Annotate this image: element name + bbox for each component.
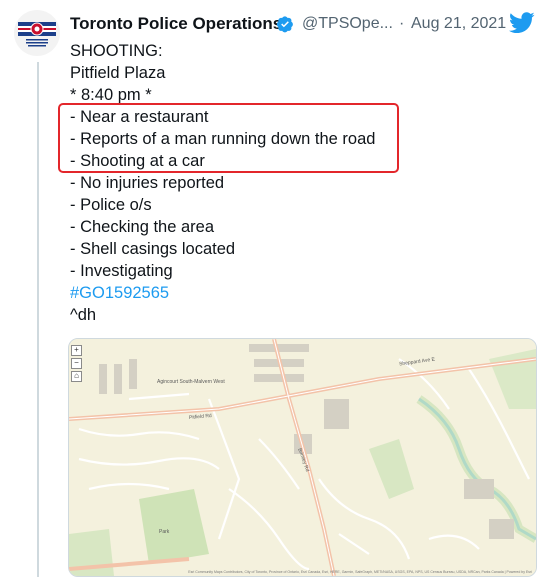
map-attribution: Esri Community Maps Contributors, City o… [188, 570, 532, 574]
separator-dot: · [399, 15, 405, 32]
tweet-line: - No injuries reported [70, 174, 225, 192]
tweet-line: - Investigating [70, 262, 173, 280]
tweet-line: - Shell casings located [70, 240, 236, 258]
tweet-line: SHOOTING: [70, 42, 163, 60]
map-image[interactable]: Agincourt South-Malvern West Brimley Rd … [68, 338, 537, 577]
tweet-date[interactable]: Aug 21, 2021 [411, 15, 506, 33]
twitter-bird-icon[interactable] [509, 12, 535, 34]
home-icon[interactable]: ⌂ [71, 371, 82, 382]
user-handle[interactable]: @TPSOpe... [302, 15, 393, 33]
map-park-label: Park [159, 529, 170, 535]
thread-line [37, 62, 39, 577]
zoom-in-button[interactable]: + [71, 345, 82, 356]
signoff: ^dh [70, 306, 97, 324]
hashtag-link[interactable]: #GO1592565 [70, 282, 375, 304]
display-name[interactable]: Toronto Police Operations [70, 14, 282, 34]
avatar[interactable] [14, 10, 60, 56]
zoom-out-button[interactable]: − [71, 358, 82, 369]
tweet-body: SHOOTING: Pitfield Plaza * 8:40 pm * - N… [70, 40, 375, 326]
tweet-line: Pitfield Plaza [70, 64, 166, 82]
tweet-header: Toronto Police Operations @TPSOpe... · A… [70, 12, 540, 40]
tweet-line: - Checking the area [70, 218, 214, 236]
highlight-annotation [58, 103, 399, 173]
map-area-label: Agincourt South-Malvern West [157, 379, 225, 385]
tweet-line: - Police o/s [70, 196, 152, 214]
tps-logo-icon [18, 22, 56, 47]
verified-badge-icon [276, 16, 293, 33]
map-zoom-controls: + − ⌂ [71, 345, 82, 384]
